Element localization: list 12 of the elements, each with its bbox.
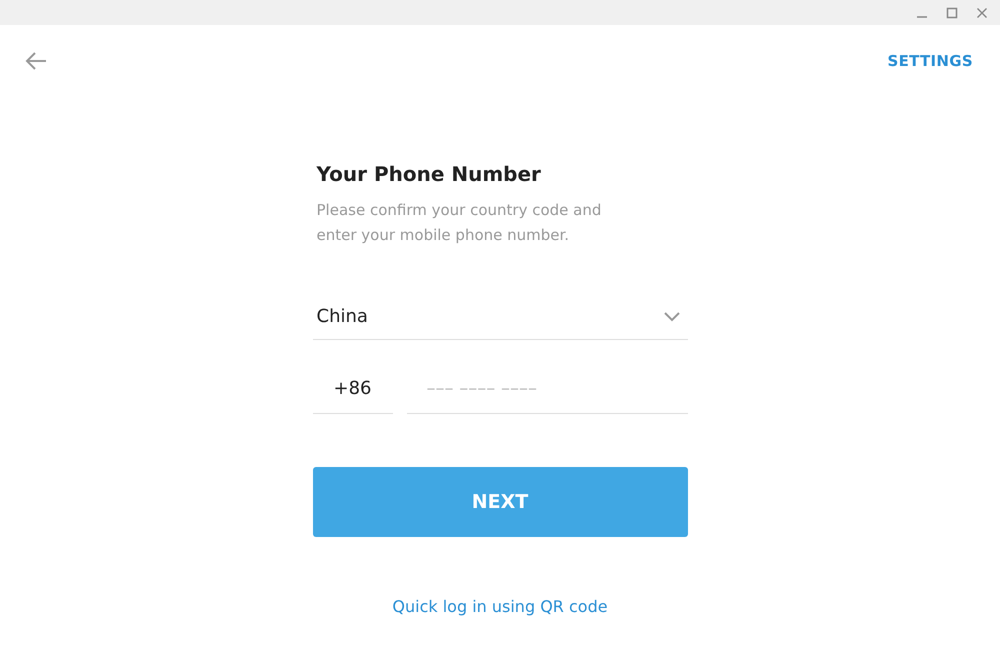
description-text: Please confirm your country code and enter your mobile phone number. [316,200,602,246]
qr-login-link[interactable]: Quick log in using QR code [392,597,608,616]
country-code-field[interactable]: +86 [312,370,392,414]
settings-link[interactable]: SETTINGS [887,52,973,70]
phone-number-field[interactable]: ––– –––– –––– [406,370,688,414]
chevron-down-icon [664,312,680,322]
page-title: Your Phone Number [316,162,542,186]
maximize-icon[interactable] [946,6,958,18]
next-button[interactable]: NEXT [312,467,688,537]
close-icon[interactable] [976,6,988,18]
country-select[interactable]: China [312,306,688,340]
back-arrow-icon[interactable] [25,51,47,71]
